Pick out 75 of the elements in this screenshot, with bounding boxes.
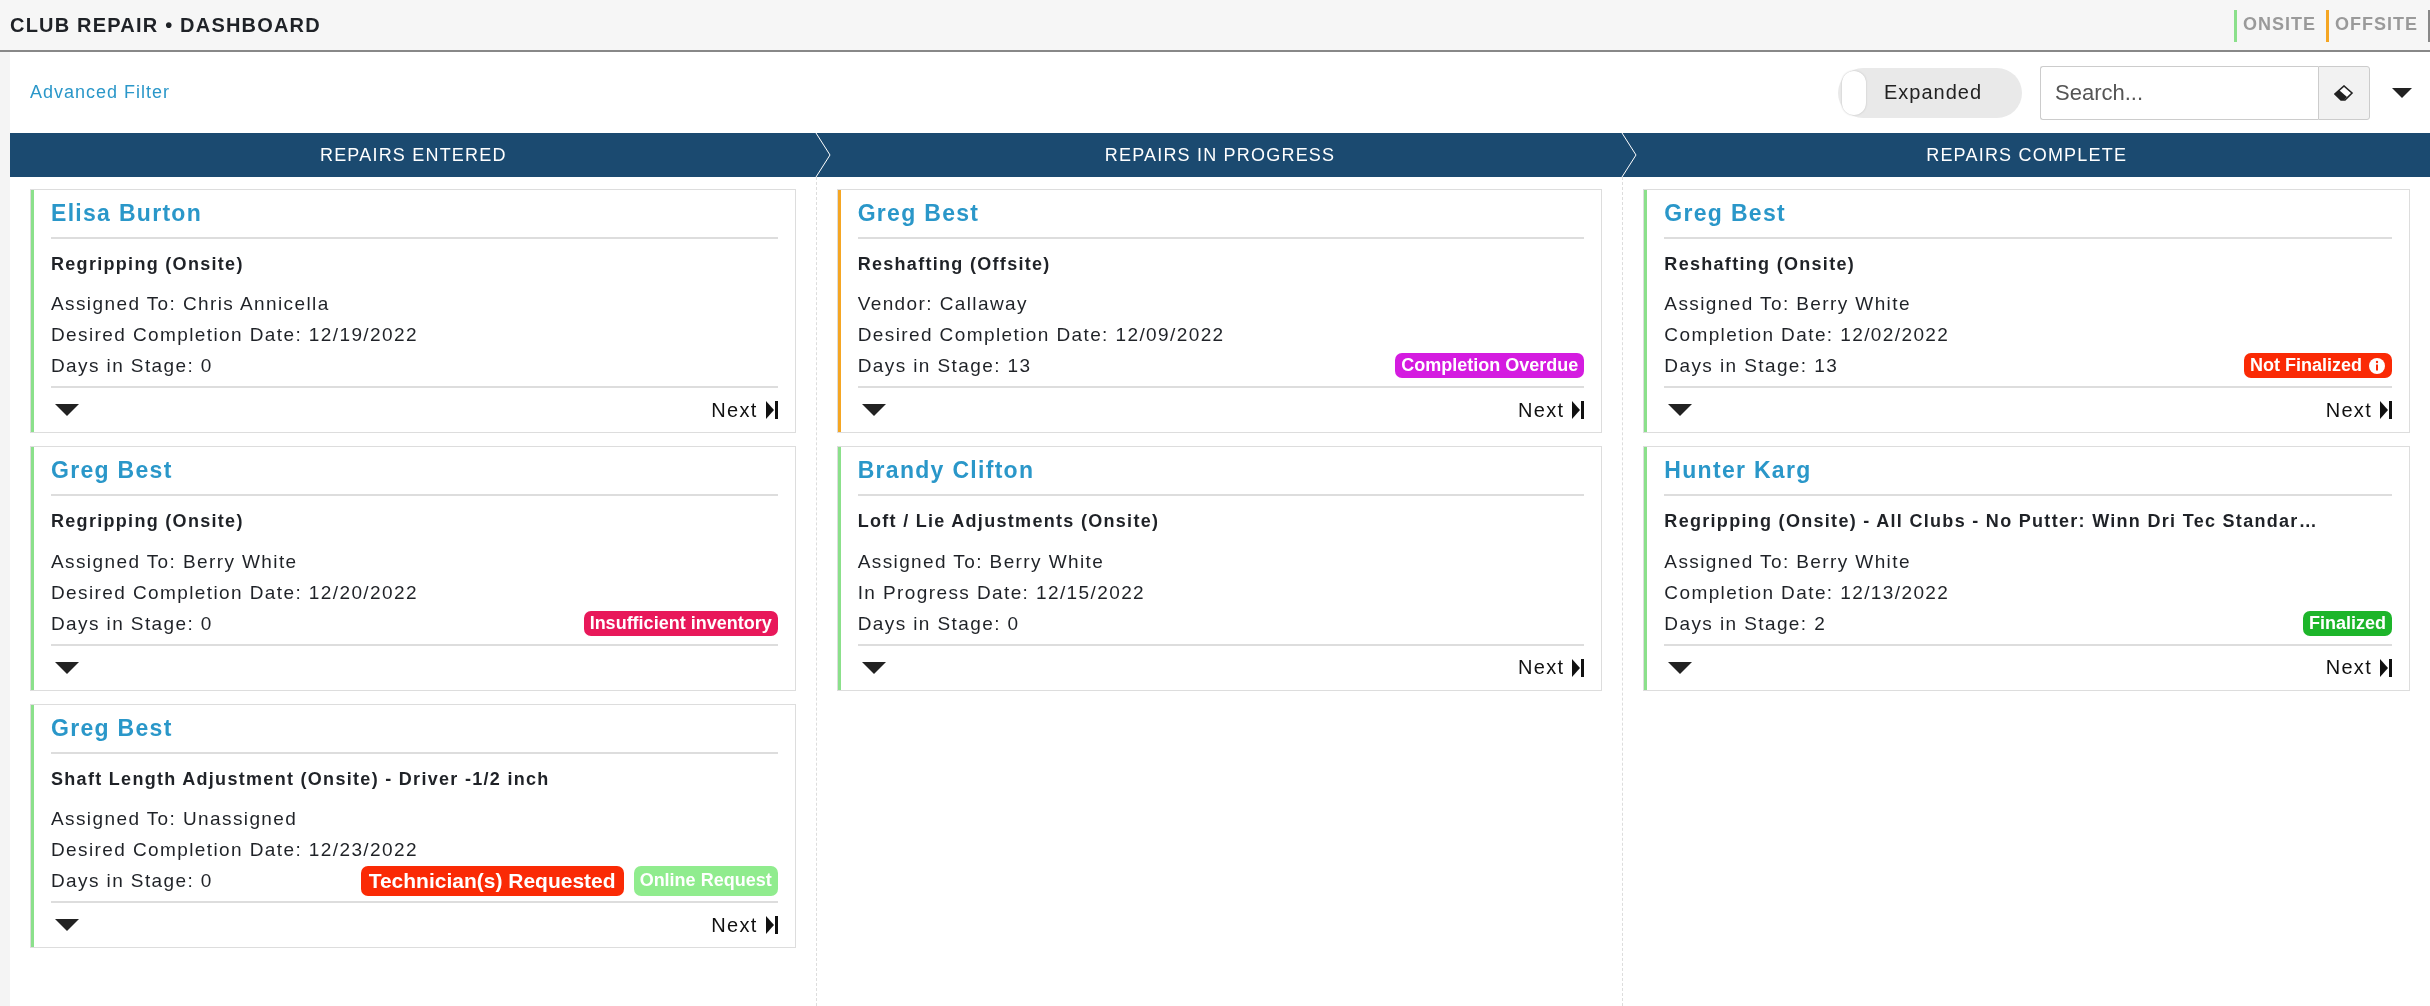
caret-down-icon [1668, 661, 1693, 674]
detail-text: Completion Date: 12/02/2022 [1664, 323, 1951, 348]
skip-next-icon [765, 401, 778, 420]
detail-text: Days in Stage: 2 [1664, 611, 1827, 636]
detail-text: Days in Stage: 13 [1664, 354, 1839, 379]
detail-text: Days in Stage: 0 [51, 611, 213, 636]
skip-next-icon [765, 916, 778, 935]
customer-name[interactable]: Elisa Burton [51, 190, 778, 239]
service-title: Reshafting (Onsite) [1664, 253, 1857, 276]
status-badge: Insufficient inventory [583, 610, 778, 636]
status-badge: Technician(s) Requested [360, 865, 624, 896]
expanded-toggle[interactable]: Expanded [1838, 67, 2022, 118]
service-title: Regripping (Onsite) [51, 510, 245, 534]
detail-text: Days in Stage: 13 [857, 354, 1032, 379]
service-title: Reshafting (Offsite) [857, 253, 1052, 276]
customer-name[interactable]: Greg Best [51, 447, 778, 497]
stage-title: REPAIRS COMPLETE [1926, 144, 2128, 166]
customer-name[interactable]: Greg Best [1664, 190, 2392, 239]
skip-next-icon [2380, 658, 2392, 677]
status-badge: Finalized [2303, 610, 2392, 636]
caret-down-icon [55, 661, 79, 674]
status-badge: Completion Overdue [1395, 353, 1585, 379]
chevron-divider-icon [1621, 133, 1638, 177]
detail-text: Days in Stage: 0 [857, 611, 1020, 636]
detail-text: Desired Completion Date: 12/19/2022 [51, 323, 419, 348]
service-title: Regripping (Onsite) [51, 253, 245, 276]
detail-text: Desired Completion Date: 12/09/2022 [857, 323, 1226, 348]
caret-down-icon [1668, 404, 1693, 417]
legend-label: OFFSITE [2326, 10, 2430, 42]
next-button[interactable]: Next [711, 913, 778, 937]
eraser-icon [2334, 84, 2354, 101]
detail-text: Desired Completion Date: 12/20/2022 [51, 580, 419, 605]
customer-name[interactable]: Greg Best [51, 704, 778, 754]
caret-down-icon [861, 661, 886, 674]
page-title: CLUB REPAIR • DASHBOARD [10, 13, 321, 37]
detail-text: Days in Stage: 0 [51, 354, 213, 379]
detail-text: Assigned To: Unassigned [51, 807, 299, 832]
next-button[interactable]: Next [2325, 656, 2392, 680]
next-button[interactable]: Next [1518, 398, 1585, 422]
customer-name[interactable]: Greg Best [857, 190, 1585, 239]
status-badge: Not Finalized [2244, 353, 2392, 379]
customer-name[interactable]: Brandy Clifton [857, 447, 1585, 497]
status-badge: Online Request [633, 865, 778, 896]
detail-text: Assigned To: Berry White [1664, 549, 1912, 574]
customer-name[interactable]: Hunter Karg [1664, 447, 2392, 497]
detail-text: Vendor: Callaway [857, 292, 1029, 317]
skip-next-icon [2380, 401, 2392, 420]
next-button[interactable]: Next [1518, 656, 1585, 680]
detail-text: Desired Completion Date: 12/23/2022 [51, 838, 419, 863]
caret-down-icon [2392, 87, 2412, 98]
stage-title: REPAIRS ENTERED [319, 144, 507, 166]
detail-text: Assigned To: Berry White [857, 549, 1106, 574]
caret-down-icon [55, 404, 79, 417]
caret-down-icon [55, 919, 79, 932]
skip-next-icon [1572, 401, 1585, 420]
service-title: Shaft Length Adjustment (Onsite) - Driver -1/2 inch [51, 767, 551, 791]
next-button[interactable]: Next [711, 398, 778, 422]
advanced-filter-link[interactable]: Advanced Filter [30, 82, 171, 103]
detail-text: In Progress Date: 12/15/2022 [857, 580, 1147, 605]
detail-text: Assigned To: Berry White [51, 549, 299, 574]
detail-text: Days in Stage: 0 [51, 869, 213, 894]
search-field[interactable]: Search... [2040, 65, 2318, 120]
skip-next-icon [1572, 658, 1585, 677]
info-icon [2368, 356, 2386, 375]
stage-title: REPAIRS IN PROGRESS [1104, 144, 1336, 166]
legend-label: ONSITE [2234, 10, 2326, 42]
next-button[interactable]: Next [2325, 398, 2392, 422]
service-title: Loft / Lie Adjustments (Onsite) [857, 510, 1161, 534]
detail-text: Assigned To: Chris Annicella [51, 292, 331, 317]
eraser-button[interactable] [2318, 65, 2370, 120]
chevron-divider-icon [814, 133, 831, 177]
caret-down-icon [861, 404, 886, 417]
detail-text: Assigned To: Berry White [1664, 292, 1912, 317]
service-title: Regripping (Onsite) - All Clubs - No Putter: Winn Dri Tec Standar… [1664, 510, 2319, 534]
detail-text: Completion Date: 12/13/2022 [1664, 580, 1951, 605]
